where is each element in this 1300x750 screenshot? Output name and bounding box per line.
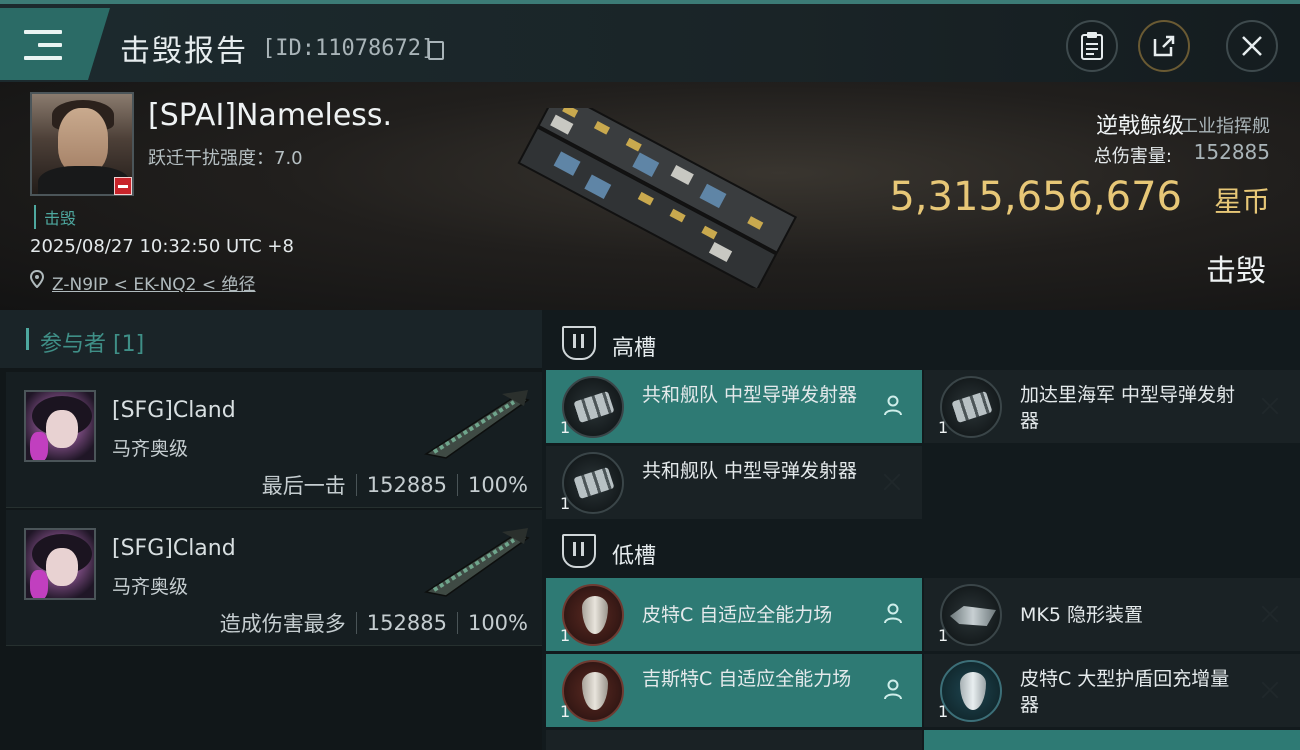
- module-name: 共和舰队 中型导弹发射器: [642, 460, 858, 482]
- missile-launcher-icon: [562, 376, 624, 438]
- participant-name: [SFG]Cland: [112, 398, 236, 423]
- module-name: 共和舰队 中型导弹发射器: [642, 384, 858, 406]
- participants-title: 参与者 [1]: [40, 332, 145, 357]
- location-link[interactable]: Z-N9IP < EK-NQ2 < 绝径: [52, 270, 256, 295]
- participants-panel: 参与者 [1] [SFG]Cland 马齐奥级 最后一击 152885 100%…: [0, 310, 542, 750]
- participant-avatar[interactable]: [24, 390, 96, 462]
- participant-row[interactable]: [SFG]Cland 马齐奥级 最后一击 152885 100%: [6, 372, 542, 508]
- participant-role: 最后一击: [261, 474, 346, 498]
- cloaking-device-icon: [940, 584, 1002, 646]
- module-name: 皮特C 大型护盾回充增量器: [1020, 668, 1230, 716]
- shield-module-icon: [562, 584, 624, 646]
- module-item[interactable]: 1 共和舰队 中型导弹发射器: [546, 446, 922, 519]
- participant-ship-image[interactable]: [416, 384, 536, 464]
- module-qty: 1: [560, 494, 571, 513]
- module-item-partial[interactable]: [546, 730, 922, 750]
- participant-avatar[interactable]: [24, 528, 96, 600]
- shield-extender-icon: [940, 660, 1002, 722]
- module-item-partial[interactable]: [924, 730, 1300, 750]
- module-item[interactable]: 1 MK5 隐形装置: [924, 578, 1300, 651]
- low-slot-icon: [562, 534, 596, 568]
- x-icon: [1260, 680, 1280, 700]
- high-slot-label: 高槽: [612, 336, 657, 361]
- location-pin-icon: [30, 270, 44, 288]
- low-slot-label: 低槽: [612, 544, 657, 569]
- close-button[interactable]: [1226, 20, 1278, 72]
- kill-time: 2025/08/27 10:32:50 UTC +8: [30, 236, 294, 257]
- top-bar: 击毁报告 [ID:11078672]: [0, 0, 1300, 82]
- module-item[interactable]: 1 皮特C 大型护盾回充增量器: [924, 654, 1300, 727]
- module-name: 皮特C 自适应全能力场: [642, 604, 833, 626]
- participant-damage: 152885: [366, 473, 447, 497]
- participants-header[interactable]: 参与者 [1]: [0, 310, 542, 368]
- x-icon: [1260, 604, 1280, 624]
- participant-stats: 造成伤害最多 152885 100%: [220, 608, 528, 638]
- low-slot-header: 低槽: [542, 520, 1300, 580]
- participant-stats: 最后一击 152885 100%: [262, 470, 528, 500]
- standing-badge: [114, 177, 132, 195]
- victim-ship-class: 工业指挥舰: [1180, 116, 1270, 137]
- module-name: 加达里海军 中型导弹发射器: [1020, 384, 1236, 432]
- fitting-panel: 高槽 1 共和舰队 中型导弹发射器 1 加达里海军 中型导弹发射器 1 共和舰队…: [542, 310, 1300, 750]
- module-item[interactable]: 1 吉斯特C 自适应全能力场: [546, 654, 922, 727]
- module-item[interactable]: 1 加达里海军 中型导弹发射器: [924, 370, 1300, 443]
- participant-role: 造成伤害最多: [219, 612, 346, 636]
- participant-damage: 152885: [366, 611, 447, 635]
- menu-icon: [24, 30, 62, 60]
- person-icon: [884, 395, 902, 416]
- person-icon: [884, 679, 902, 700]
- isk-value: 5,315,656,676: [889, 174, 1182, 220]
- participant-ship: 马齐奥级: [112, 576, 189, 598]
- clipboard-icon: [1081, 32, 1103, 60]
- module-name: 吉斯特C 自适应全能力场: [642, 668, 852, 690]
- module-qty: 1: [560, 626, 571, 645]
- page-title: 击毁报告: [120, 34, 248, 69]
- kill-tag: 击毁: [34, 205, 76, 229]
- victim-name[interactable]: [SPAI]Nameless.: [148, 98, 392, 133]
- report-id: [ID:11078672]: [262, 36, 435, 61]
- module-item[interactable]: 1 共和舰队 中型导弹发射器: [546, 370, 922, 443]
- clipboard-button[interactable]: [1066, 20, 1118, 72]
- high-slot-icon: [562, 326, 596, 360]
- person-icon: [884, 603, 902, 624]
- module-qty: 1: [938, 702, 949, 721]
- missile-launcher-icon: [940, 376, 1002, 438]
- participant-name: [SFG]Cland: [112, 536, 236, 561]
- isk-unit: 星币: [1213, 185, 1270, 218]
- participant-percent: 100%: [467, 473, 528, 497]
- module-qty: 1: [938, 626, 949, 645]
- share-button[interactable]: [1138, 20, 1190, 72]
- x-icon: [882, 472, 902, 492]
- total-damage-value: 152885: [1193, 140, 1270, 164]
- module-qty: 1: [560, 702, 571, 721]
- high-slot-header: 高槽: [542, 312, 1300, 372]
- module-qty: 1: [938, 418, 949, 437]
- participant-percent: 100%: [467, 611, 528, 635]
- participant-row[interactable]: [SFG]Cland 马齐奥级 造成伤害最多 152885 100%: [6, 510, 542, 646]
- victim-ship-image[interactable]: [508, 108, 798, 288]
- victim-ship-name[interactable]: 逆戟鲸级: [1096, 108, 1184, 140]
- close-icon: [1242, 36, 1262, 56]
- participant-ship: 马齐奥级: [112, 438, 189, 460]
- participant-ship-image[interactable]: [416, 522, 536, 602]
- missile-launcher-icon: [562, 452, 624, 514]
- total-damage-label: 总伤害量:: [1093, 146, 1172, 167]
- copy-icon[interactable]: [428, 41, 444, 60]
- warp-scramble-strength: 跃迁干扰强度：7.0: [148, 148, 303, 169]
- module-item[interactable]: 1 皮特C 自适应全能力场: [546, 578, 922, 651]
- shield-module-icon: [562, 660, 624, 722]
- module-name: MK5 隐形装置: [1020, 604, 1143, 626]
- kill-status: 击毁: [1206, 254, 1266, 289]
- menu-button[interactable]: [0, 8, 110, 80]
- module-qty: 1: [560, 418, 571, 437]
- x-icon: [1260, 396, 1280, 416]
- share-icon: [1153, 35, 1175, 57]
